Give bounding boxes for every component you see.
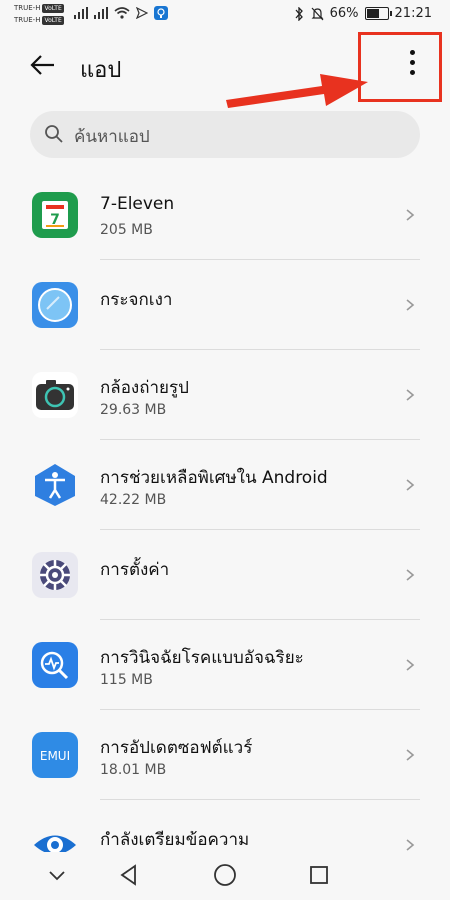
list-item[interactable]: การวินิจฉัยโรคแบบอัจฉริยะ 115 MB xyxy=(0,620,450,710)
app-name: การตั้งค่า xyxy=(100,560,170,580)
carrier-info: TRUE-H VoLTE TRUE-H VoLTE xyxy=(14,2,74,26)
app-size: 29.63 MB xyxy=(100,402,167,418)
app-name: การอัปเดตซอฟต์แวร์ xyxy=(100,738,253,758)
camera-icon xyxy=(32,372,78,418)
signal-icon-2 xyxy=(94,7,108,19)
chevron-right-icon xyxy=(406,299,415,311)
message-prep-icon xyxy=(32,822,78,852)
app-size: 115 MB xyxy=(100,672,153,688)
list-item[interactable]: กล้องถ่ายรูป 29.63 MB xyxy=(0,350,450,440)
chevron-right-icon xyxy=(406,389,415,401)
carrier-label-2: TRUE-H xyxy=(14,16,41,24)
emui-label: EMUI xyxy=(40,749,70,763)
more-options-icon[interactable] xyxy=(410,50,416,80)
list-item[interactable]: 7 7-Eleven 205 MB xyxy=(0,170,450,260)
list-item[interactable]: การช่วยเหลือพิเศษใน Android 42.22 MB xyxy=(0,440,450,530)
diagnosis-icon xyxy=(32,642,78,688)
chevron-right-icon xyxy=(406,839,415,851)
status-bar: TRUE-H VoLTE TRUE-H VoLTE 66% 21:21 xyxy=(0,0,450,32)
back-arrow-icon[interactable] xyxy=(28,50,58,80)
chevron-right-icon xyxy=(406,209,415,221)
app-name: 7-Eleven xyxy=(100,194,175,214)
signal-icon xyxy=(74,7,88,19)
nav-recents-icon[interactable] xyxy=(306,862,332,888)
emui-update-icon: EMUI xyxy=(32,732,78,778)
nav-back-icon[interactable] xyxy=(116,862,142,888)
search-icon xyxy=(45,125,63,143)
accessibility-icon xyxy=(32,462,78,508)
status-icons-right: 66% 21:21 xyxy=(293,6,432,21)
search-input[interactable]: ค้นหาแอป xyxy=(74,123,150,150)
more-options-highlight xyxy=(358,32,442,102)
page-title: แอป xyxy=(80,58,122,83)
chevron-right-icon xyxy=(406,749,415,761)
app-size: 42.22 MB xyxy=(100,492,167,508)
chevron-down-icon[interactable] xyxy=(44,862,70,888)
wifi-icon xyxy=(114,7,130,19)
app-name: กำลังเตรียมข้อความ xyxy=(100,830,250,850)
list-item[interactable]: กระจกเงา xyxy=(0,260,450,350)
battery-percent: 66% xyxy=(329,6,359,21)
app-name: กระจกเงา xyxy=(100,290,173,310)
send-icon xyxy=(136,7,148,19)
app-size: 18.01 MB xyxy=(100,762,167,778)
chevron-right-icon xyxy=(406,659,415,671)
clock: 21:21 xyxy=(394,6,432,21)
nav-home-icon[interactable] xyxy=(212,862,238,888)
app-name: กล้องถ่ายรูป xyxy=(100,378,189,398)
status-icons-left xyxy=(74,6,168,20)
notification-app-icon xyxy=(154,6,168,20)
app-name: การวินิจฉัยโรคแบบอัจฉริยะ xyxy=(100,648,304,668)
list-item[interactable]: กำลังเตรียมข้อความ xyxy=(0,800,450,852)
app-size: 205 MB xyxy=(100,222,153,238)
volte-badge-2: VoLTE xyxy=(42,15,64,25)
settings-icon xyxy=(32,552,78,598)
app-name: การช่วยเหลือพิเศษใน Android xyxy=(100,468,328,488)
volte-badge-1: VoLTE xyxy=(42,3,64,13)
search-bar[interactable]: ค้นหาแอป xyxy=(30,111,420,158)
bluetooth-off-icon xyxy=(295,6,303,21)
carrier-label-1: TRUE-H xyxy=(14,4,41,12)
chevron-right-icon xyxy=(406,569,415,581)
list-item[interactable]: EMUI การอัปเดตซอฟต์แวร์ 18.01 MB xyxy=(0,710,450,800)
annotation-arrow xyxy=(226,74,368,108)
chevron-right-icon xyxy=(406,479,415,491)
list-item[interactable]: การตั้งค่า xyxy=(0,530,450,620)
seven-eleven-icon: 7 xyxy=(32,192,78,238)
mirror-icon xyxy=(32,282,78,328)
system-nav-bar xyxy=(0,852,450,900)
battery-icon xyxy=(364,7,392,20)
bell-mute-icon xyxy=(311,7,324,20)
